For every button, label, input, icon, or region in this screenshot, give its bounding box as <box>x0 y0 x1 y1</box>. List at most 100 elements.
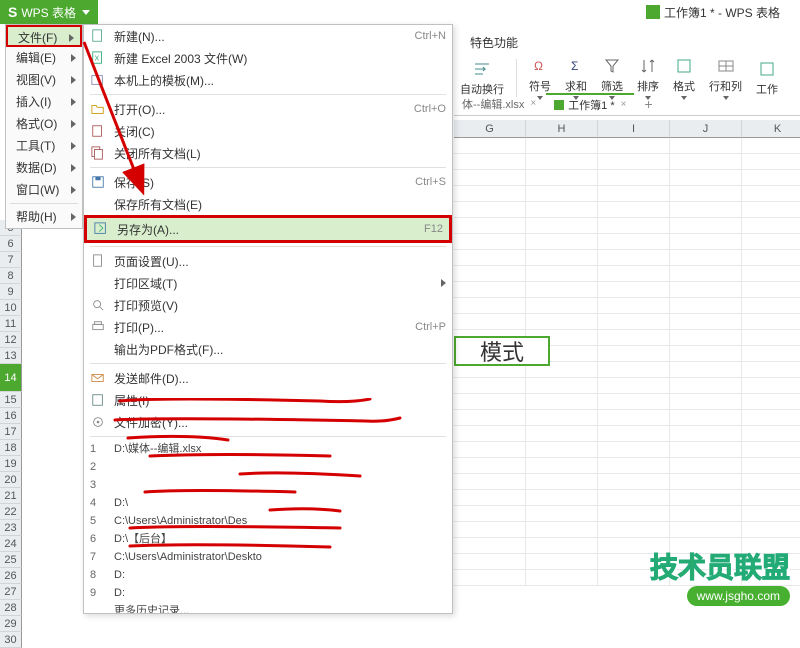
file-template[interactable]: 本机上的模板(M)... <box>84 69 452 91</box>
preview-icon <box>90 297 106 313</box>
close-all-icon <box>90 145 106 161</box>
col-header[interactable]: I <box>598 120 670 138</box>
file-page-setup[interactable]: 页面设置(U)... <box>84 250 452 272</box>
row-header[interactable]: 9 <box>0 284 22 300</box>
more-history[interactable]: 更多历史记录... <box>84 602 452 614</box>
excel-icon: X <box>90 50 106 66</box>
row-header[interactable]: 21 <box>0 488 22 504</box>
col-header[interactable]: G <box>454 120 526 138</box>
recent-file[interactable]: 5C:\Users\Administrator\Des <box>84 512 452 530</box>
new-tab-button[interactable]: + <box>644 96 652 112</box>
row-header[interactable]: 23 <box>0 520 22 536</box>
file-close[interactable]: 关闭(C) <box>84 120 452 142</box>
workbook-tabs: 体--编辑.xlsx × 工作簿1 * × + <box>454 92 800 116</box>
file-export-pdf[interactable]: 输出为PDF格式(F)... <box>84 338 452 360</box>
row-header[interactable]: 13 <box>0 348 22 364</box>
pdf-icon <box>90 341 106 357</box>
menu-label: 关闭所有文档(L) <box>114 145 446 162</box>
app-menu-button[interactable]: S WPS 表格 <box>0 0 98 24</box>
title-bar: S WPS 表格 工作簿1 * - WPS 表格 <box>0 0 800 24</box>
row-header[interactable]: 20 <box>0 472 22 488</box>
svg-text:Σ: Σ <box>571 59 578 73</box>
close-icon[interactable]: × <box>530 98 536 109</box>
row-header[interactable]: 27 <box>0 584 22 600</box>
shortcut-label: Ctrl+O <box>414 103 446 115</box>
recent-file[interactable]: 9D: <box>84 584 452 602</box>
recent-file[interactable]: 8D: <box>84 566 452 584</box>
recent-file[interactable]: 6D:\【后台】 <box>84 530 452 548</box>
menu-label: 编辑(E) <box>16 51 56 65</box>
menu-label: 属性(I) <box>114 392 446 409</box>
menu-edit[interactable]: 编辑(E) <box>6 47 82 69</box>
file-new-excel[interactable]: X 新建 Excel 2003 文件(W) <box>84 47 452 69</box>
menu-label: 本机上的模板(M)... <box>114 72 446 89</box>
recent-file[interactable]: 2 <box>84 458 452 476</box>
row-header[interactable]: 10 <box>0 300 22 316</box>
file-print-area[interactable]: 打印区域(T) <box>84 272 452 294</box>
file-save[interactable]: 保存(S) Ctrl+S <box>84 171 452 193</box>
menu-label: 页面设置(U)... <box>114 253 446 270</box>
shortcut-label: F12 <box>424 223 443 235</box>
recent-file[interactable]: 7C:\Users\Administrator\Deskto <box>84 548 452 566</box>
file-open[interactable]: 打开(O)... Ctrl+O <box>84 98 452 120</box>
row-header[interactable]: 11 <box>0 316 22 332</box>
file-properties[interactable]: 属性(I) <box>84 389 452 411</box>
row-header[interactable]: 18 <box>0 440 22 456</box>
row-header[interactable]: 22 <box>0 504 22 520</box>
col-header[interactable]: K <box>742 120 800 138</box>
shortcut-label: Ctrl+S <box>415 176 446 188</box>
file-send-mail[interactable]: 发送邮件(D)... <box>84 367 452 389</box>
file-save-as[interactable]: 另存为(A)... F12 <box>84 215 452 243</box>
menu-window[interactable]: 窗口(W) <box>6 179 82 201</box>
saveas-icon <box>93 221 109 237</box>
row-header-active[interactable]: 14 <box>0 364 22 392</box>
col-header[interactable]: J <box>670 120 742 138</box>
shortcut-label: Ctrl+P <box>415 321 446 333</box>
row-headers: 5 6 7 8 9 10 11 12 13 14 15 16 17 18 19 … <box>0 220 22 622</box>
file-encrypt[interactable]: 文件加密(Y)... <box>84 411 452 433</box>
row-header[interactable]: 25 <box>0 552 22 568</box>
recent-file[interactable]: 4D:\ <box>84 494 452 512</box>
filter-icon <box>602 56 622 76</box>
menu-label: 帮助(H) <box>16 210 57 224</box>
row-header[interactable]: 15 <box>0 392 22 408</box>
row-header[interactable]: 29 <box>0 616 22 632</box>
recent-label: D:\【后台】 <box>114 533 172 545</box>
row-col-icon <box>716 56 736 76</box>
row-header[interactable]: 17 <box>0 424 22 440</box>
cell-text: 模式 <box>480 335 524 367</box>
tab-media-edit[interactable]: 体--编辑.xlsx × <box>454 93 544 115</box>
row-header[interactable]: 24 <box>0 536 22 552</box>
row-header[interactable]: 7 <box>0 252 22 268</box>
menu-format[interactable]: 格式(O) <box>6 113 82 135</box>
file-print[interactable]: 打印(P)... Ctrl+P <box>84 316 452 338</box>
menu-data[interactable]: 数据(D) <box>6 157 82 179</box>
row-header[interactable]: 19 <box>0 456 22 472</box>
menu-help[interactable]: 帮助(H) <box>6 206 82 228</box>
row-header[interactable]: 30 <box>0 632 22 648</box>
menu-view[interactable]: 视图(V) <box>6 69 82 91</box>
col-header[interactable]: H <box>526 120 598 138</box>
recent-file[interactable]: 3 <box>84 476 452 494</box>
recent-file[interactable]: 1D:\媒体--编辑.xlsx <box>84 440 452 458</box>
menu-tools[interactable]: 工具(T) <box>6 135 82 157</box>
document-title-label: 工作簿1 * - WPS 表格 <box>664 4 780 21</box>
file-close-all[interactable]: 关闭所有文档(L) <box>84 142 452 164</box>
row-header[interactable]: 16 <box>0 408 22 424</box>
menu-file[interactable]: 文件(F) <box>6 25 82 47</box>
row-header[interactable]: 28 <box>0 600 22 616</box>
sort-icon <box>638 56 658 76</box>
row-header[interactable]: 8 <box>0 268 22 284</box>
menu-insert[interactable]: 插入(I) <box>6 91 82 113</box>
row-header[interactable]: 6 <box>0 236 22 252</box>
save-icon <box>90 174 106 190</box>
close-icon[interactable]: × <box>621 99 627 110</box>
tab-workbook1[interactable]: 工作簿1 * × <box>546 93 634 115</box>
row-header[interactable]: 26 <box>0 568 22 584</box>
recent-label: C:\Users\Administrator\Des <box>114 515 247 527</box>
file-print-preview[interactable]: 打印预览(V) <box>84 294 452 316</box>
row-header[interactable]: 12 <box>0 332 22 348</box>
file-save-all[interactable]: 保存所有文档(E) <box>84 193 452 215</box>
file-new[interactable]: 新建(N)... Ctrl+N <box>84 25 452 47</box>
active-cell[interactable]: 模式 <box>454 336 550 366</box>
